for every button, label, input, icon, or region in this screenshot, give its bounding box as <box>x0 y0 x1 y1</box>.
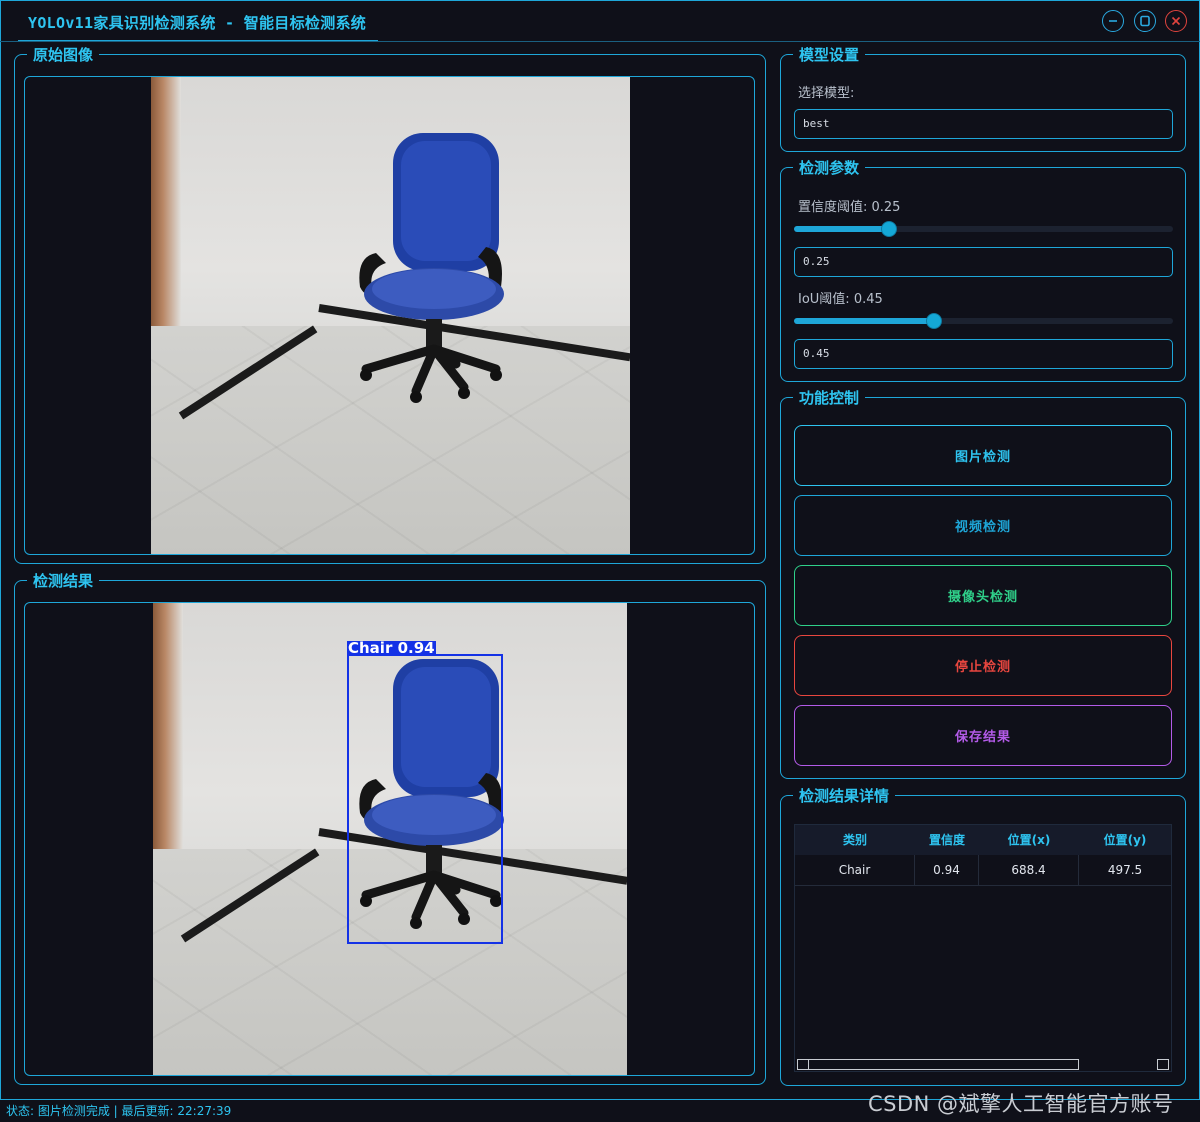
scroll-left-button[interactable] <box>797 1059 809 1070</box>
iou-slider-handle[interactable] <box>926 313 942 329</box>
detection-result-frame: Chair 0.94 <box>24 602 755 1076</box>
iou-slider-fill <box>794 318 934 324</box>
confidence-slider-fill <box>794 226 889 232</box>
close-icon <box>1171 16 1181 26</box>
original-image-title: 原始图像 <box>27 46 100 64</box>
iou-slider[interactable] <box>794 313 1173 329</box>
cell-y: 497.5 <box>1107 863 1143 877</box>
camera-detect-button[interactable]: 摄像头检测 <box>794 565 1172 626</box>
original-image-frame <box>24 76 755 555</box>
model-select-label: 选择模型: <box>798 86 855 101</box>
save-result-button[interactable]: 保存结果 <box>794 705 1172 766</box>
title-divider <box>0 41 1200 42</box>
column-header-y[interactable]: 位置(y) <box>1079 825 1171 855</box>
detection-result-title: 检测结果 <box>27 572 100 590</box>
watermark-text: CSDN @斌擎人工智能官方账号 <box>868 1092 1174 1116</box>
maximize-icon <box>1140 15 1150 27</box>
function-controls-title: 功能控制 <box>793 389 866 407</box>
title-bar: YOLOv11家具识别检测系统 - 智能目标检测系统 <box>0 0 1200 42</box>
minimize-button[interactable] <box>1102 10 1124 32</box>
maximize-button[interactable] <box>1134 10 1156 32</box>
close-button[interactable] <box>1165 10 1187 32</box>
iou-label: IoU阈值: 0.45 <box>798 292 883 307</box>
confidence-label: 置信度阈值: 0.25 <box>798 200 901 215</box>
detection-result-image: Chair 0.94 <box>153 603 627 1075</box>
column-header-x[interactable]: 位置(x) <box>979 825 1079 855</box>
results-details-title: 检测结果详情 <box>793 787 896 805</box>
scroll-right-button[interactable] <box>1157 1059 1169 1070</box>
image-detect-button[interactable]: 图片检测 <box>794 425 1172 486</box>
cell-class: Chair <box>795 855 915 885</box>
confidence-slider-handle[interactable] <box>881 221 897 237</box>
table-header: 类别 置信度 位置(x) 位置(y) <box>795 825 1171 855</box>
detection-params-title: 检测参数 <box>793 159 866 177</box>
detection-label: Chair 0.94 <box>347 639 436 657</box>
column-header-class[interactable]: 类别 <box>795 825 915 855</box>
minimize-icon <box>1109 20 1117 22</box>
window-title: YOLOv11家具识别检测系统 - 智能目标检测系统 <box>28 14 367 32</box>
confidence-slider[interactable] <box>794 221 1173 237</box>
model-select[interactable]: best <box>794 109 1173 139</box>
detection-bounding-box <box>347 654 503 944</box>
original-image <box>151 77 630 554</box>
stop-detect-button[interactable]: 停止检测 <box>794 635 1172 696</box>
iou-input[interactable]: 0.45 <box>794 339 1173 369</box>
confidence-input[interactable]: 0.25 <box>794 247 1173 277</box>
cell-confidence: 0.94 <box>915 855 979 885</box>
horizontal-scrollbar[interactable] <box>795 1057 1171 1071</box>
cell-x: 688.4 <box>979 855 1079 885</box>
results-table[interactable]: 类别 置信度 位置(x) 位置(y) Chair 0.94 688.4 497.… <box>794 824 1172 1072</box>
model-settings-title: 模型设置 <box>793 46 866 64</box>
scrollbar-track[interactable] <box>797 1059 1079 1070</box>
video-detect-button[interactable]: 视频检测 <box>794 495 1172 556</box>
table-row[interactable]: Chair 0.94 688.4 497.5 <box>795 855 1171 886</box>
column-header-confidence[interactable]: 置信度 <box>915 825 979 855</box>
